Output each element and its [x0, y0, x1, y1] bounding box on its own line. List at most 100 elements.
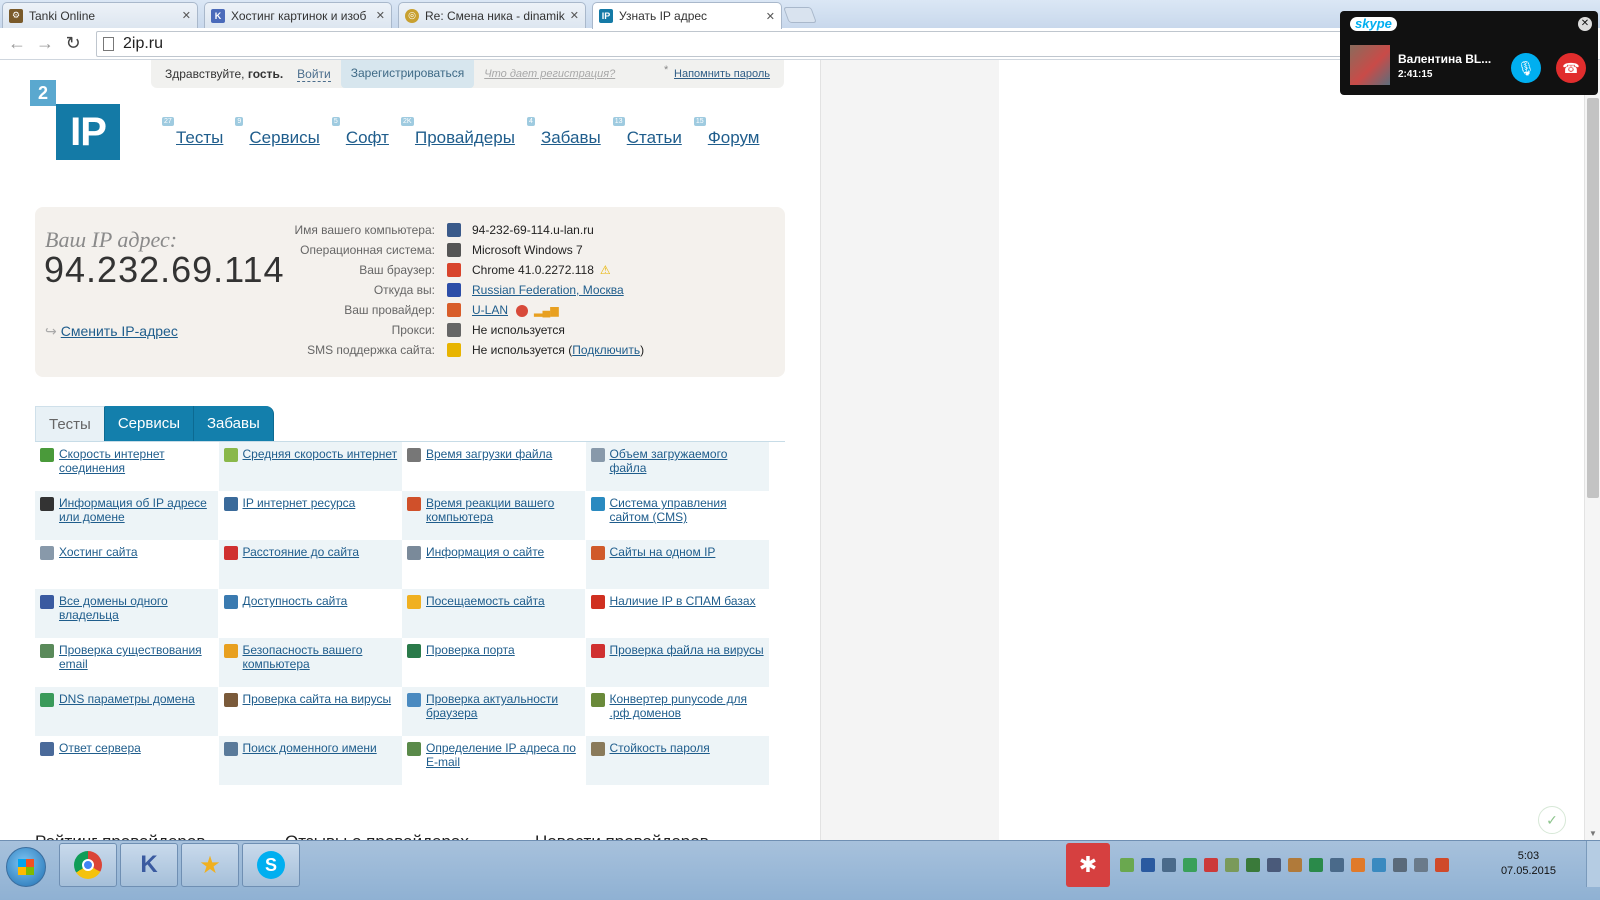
site-logo-ip[interactable]: IP — [56, 104, 120, 160]
nav-link[interactable]: Забавы — [541, 128, 601, 147]
back-arrow-icon[interactable]: ← — [6, 33, 28, 54]
service-link[interactable]: Информация об IP адресе или домене — [59, 496, 207, 524]
service-link[interactable]: Ответ сервера — [59, 741, 141, 755]
remind-password-link[interactable]: Напомнить пароль — [664, 64, 770, 80]
keyboard-icon[interactable] — [1162, 858, 1176, 872]
taskbar-favorites[interactable]: ★ — [181, 843, 239, 887]
service-link[interactable]: Доступность сайта — [243, 594, 348, 608]
tray-icon[interactable] — [1120, 858, 1134, 872]
service-link[interactable]: Проверка порта — [426, 643, 515, 657]
service-item[interactable]: Поиск доменного имени — [218, 736, 402, 785]
service-item[interactable]: Проверка существования email — [35, 638, 218, 687]
service-item[interactable]: Время реакции вашего компьютера — [402, 491, 585, 540]
service-item[interactable]: Скорость интернет соединения — [35, 442, 218, 491]
forward-arrow-icon[interactable]: → — [34, 33, 56, 54]
nav-forum[interactable]: 15 Форум — [693, 117, 760, 148]
service-link[interactable]: Стойкость пароля — [610, 741, 710, 755]
provider-rating-icon[interactable] — [516, 304, 529, 317]
signal-icon[interactable] — [1330, 858, 1344, 872]
service-item[interactable]: Информация об IP адресе или домене — [35, 491, 218, 540]
service-link[interactable]: Информация о сайте — [426, 545, 544, 559]
nav-link[interactable]: Сервисы — [249, 128, 319, 147]
nav-link[interactable]: Софт — [346, 128, 389, 147]
reload-icon[interactable]: ↻ — [62, 33, 84, 54]
service-item[interactable]: Проверка сайта на вирусы — [219, 687, 402, 736]
service-link[interactable]: Расстояние до сайта — [243, 545, 360, 559]
warning-icon[interactable]: ⚠ — [600, 263, 611, 277]
security-shield-icon[interactable]: ✓ — [1538, 806, 1566, 834]
browser-tab-hosting[interactable]: K Хостинг картинок и изоб ✕ — [204, 2, 392, 28]
tray-icon[interactable] — [1309, 858, 1323, 872]
network-icon[interactable] — [1414, 858, 1428, 872]
tab-tests[interactable]: Тесты — [35, 406, 105, 442]
browser-tab-2ip[interactable]: IP Узнать IP адрес ✕ — [592, 2, 782, 29]
service-link[interactable]: Наличие IP в СПАМ базах — [610, 594, 756, 608]
service-item[interactable]: Проверка актуальности браузера — [402, 687, 585, 736]
service-link[interactable]: Проверка файла на вирусы — [610, 643, 764, 657]
nav-link[interactable]: Форум — [708, 128, 760, 147]
nav-link[interactable]: Статьи — [627, 128, 682, 147]
tray-icon[interactable] — [1183, 858, 1197, 872]
browser-tab-forum[interactable]: ◎ Re: Смена ника - dinamik ✕ — [398, 2, 586, 28]
service-item[interactable]: Информация о сайте — [402, 540, 585, 589]
skype-tray-icon[interactable] — [1372, 858, 1386, 872]
tab-fun[interactable]: Забавы — [193, 406, 274, 442]
nav-tests[interactable]: 27 Тесты — [162, 117, 223, 148]
service-link[interactable]: Хостинг сайта — [59, 545, 138, 559]
service-item[interactable]: Ответ сервера — [35, 736, 218, 785]
tray-icon[interactable] — [1351, 858, 1365, 872]
service-link[interactable]: Безопасность вашего компьютера — [243, 643, 363, 671]
register-button[interactable]: Зарегистрироваться — [340, 60, 475, 88]
scrollbar-thumb[interactable] — [1587, 98, 1599, 498]
microphone-icon[interactable]: 🎙 — [1511, 53, 1541, 83]
service-item[interactable]: IP интернет ресурса — [219, 491, 402, 540]
service-link[interactable]: Проверка сайта на вирусы — [243, 692, 392, 706]
nav-providers[interactable]: 2K Провайдеры — [400, 117, 515, 148]
taskbar-app-k[interactable]: K — [120, 843, 178, 887]
service-link[interactable]: IP интернет ресурса — [243, 496, 356, 510]
show-desktop-button[interactable] — [1586, 841, 1600, 887]
service-item[interactable]: Объем загружаемого файла — [585, 442, 769, 491]
nav-articles[interactable]: 13 Статьи — [612, 117, 682, 148]
close-tab-icon[interactable]: ✕ — [376, 9, 385, 22]
nav-services[interactable]: 9 Сервисы — [235, 117, 320, 148]
service-item[interactable]: Система управления сайтом (CMS) — [586, 491, 769, 540]
nav-link[interactable]: Тесты — [176, 128, 223, 147]
taskbar-skype[interactable]: S — [242, 843, 300, 887]
service-item[interactable]: Посещаемость сайта — [402, 589, 585, 638]
service-link[interactable]: Сайты на одном IP — [610, 545, 716, 559]
connect-sms-link[interactable]: Подключить — [572, 343, 640, 357]
service-link[interactable]: Скорость интернет соединения — [59, 447, 165, 475]
service-item[interactable]: Средняя скорость интернет — [218, 442, 402, 491]
close-tab-icon[interactable]: ✕ — [766, 10, 775, 23]
service-link[interactable]: Все домены одного владельца — [59, 594, 168, 622]
signal-bars-icon[interactable]: ▂▄▆ — [534, 305, 559, 317]
service-item[interactable]: Расстояние до сайта — [218, 540, 402, 589]
login-link[interactable]: Войти — [297, 67, 331, 82]
tray-icon[interactable] — [1225, 858, 1239, 872]
service-item[interactable]: Конвертер punycode для .рф доменов — [586, 687, 769, 736]
service-link[interactable]: Средняя скорость интернет — [243, 447, 398, 461]
service-item[interactable]: Стойкость пароля — [585, 736, 769, 785]
service-link[interactable]: Система управления сайтом (CMS) — [610, 496, 727, 524]
ip-detail-link[interactable]: U-LAN — [472, 303, 508, 317]
what-register-link[interactable]: Что дает регистрация? — [484, 68, 615, 80]
service-item[interactable]: Доступность сайта — [219, 589, 402, 638]
service-item[interactable]: Сайты на одном IP — [585, 540, 769, 589]
service-item[interactable]: Проверка порта — [402, 638, 585, 687]
nav-soft[interactable]: 5 Софт — [331, 117, 389, 148]
flag-icon[interactable] — [1204, 858, 1218, 872]
service-item[interactable]: Определение IP адреса по E-mail — [402, 736, 585, 785]
bluetooth-icon[interactable] — [1141, 858, 1155, 872]
service-item[interactable]: Наличие IP в СПАМ базах — [586, 589, 769, 638]
start-button[interactable] — [6, 847, 46, 887]
close-tab-icon[interactable]: ✕ — [570, 9, 579, 22]
service-item[interactable]: Все домены одного владельца — [35, 589, 218, 638]
service-link[interactable]: Поиск доменного имени — [243, 741, 377, 755]
service-link[interactable]: Конвертер punycode для .рф доменов — [610, 692, 748, 720]
scroll-down-icon[interactable]: ▼ — [1589, 829, 1597, 838]
service-link[interactable]: Время загрузки файла — [426, 447, 552, 461]
tab-services[interactable]: Сервисы — [104, 406, 194, 442]
service-item[interactable]: Проверка файла на вирусы — [585, 638, 769, 687]
ip-detail-value[interactable]: Russian Federation, Москва — [472, 283, 624, 297]
